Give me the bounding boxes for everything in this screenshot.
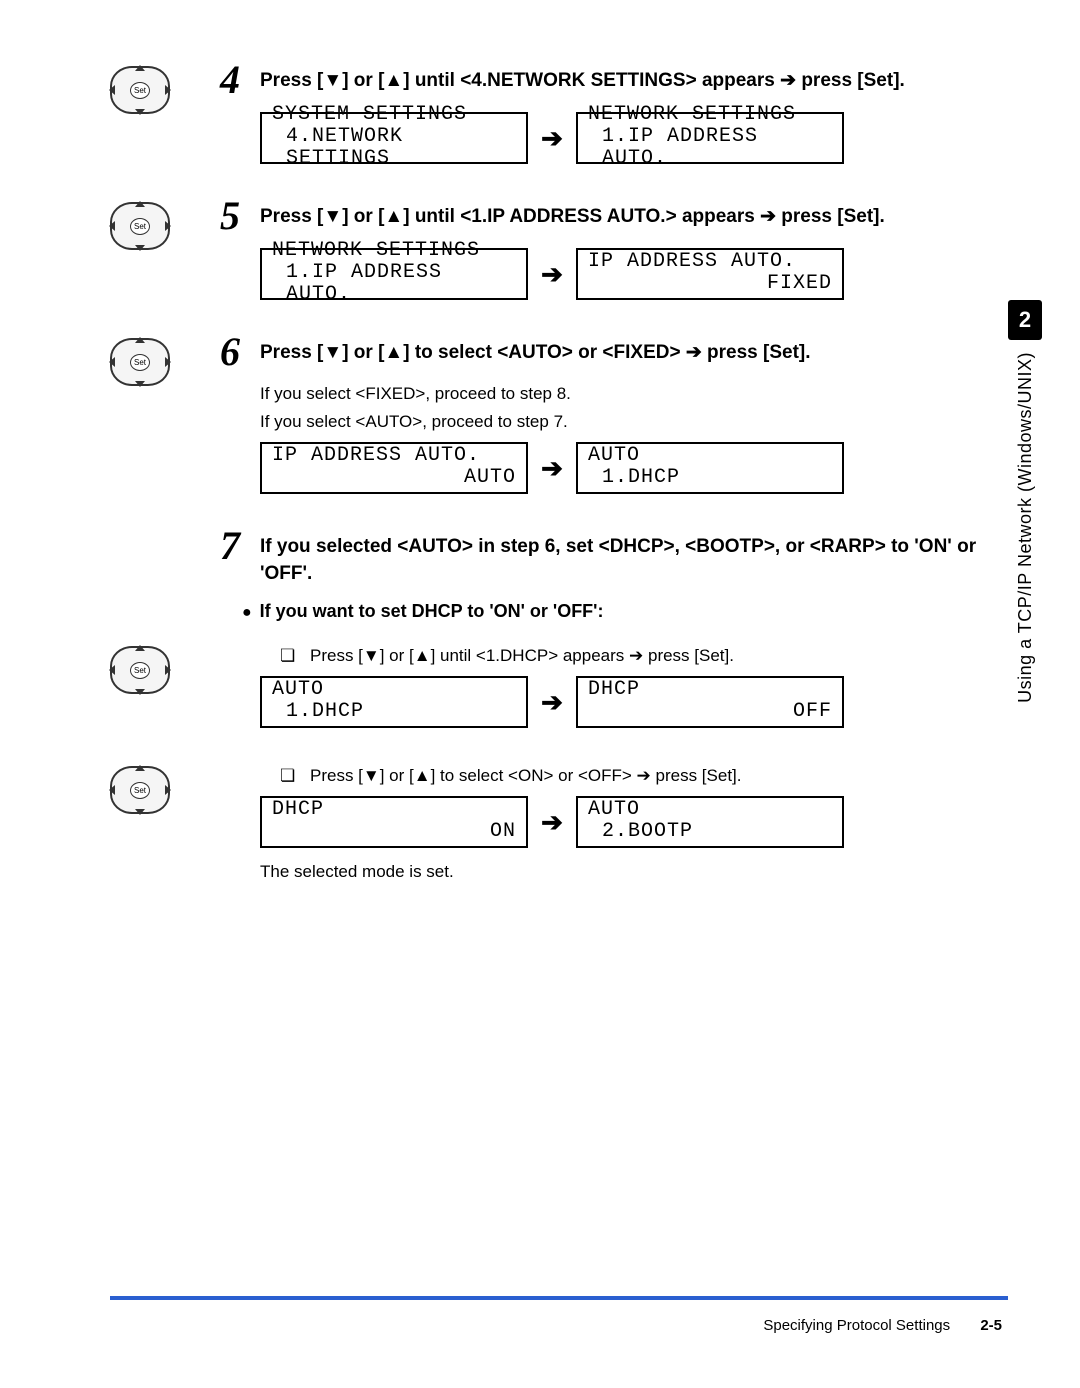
lcd-display: DHCP ON (260, 796, 528, 848)
right-arrow-icon (686, 342, 702, 363)
dpad-icon: Set (110, 338, 170, 386)
lcd-display: SYSTEM SETTINGS 4.NETWORK SETTINGS (260, 112, 528, 164)
up-arrow-icon (414, 766, 431, 785)
right-arrow-icon (780, 70, 796, 91)
step-7-bullet: If you want to set DHCP to 'ON' or 'OFF'… (242, 601, 980, 622)
right-arrow-icon (629, 646, 643, 665)
lcd-display: DHCP OFF (576, 676, 844, 728)
up-arrow-icon (384, 206, 403, 227)
footer-divider (110, 1296, 1008, 1300)
step-number-5: 5 (220, 196, 248, 236)
right-arrow-icon (637, 766, 651, 785)
step-6-text: Press [] or [] to select <AUTO> or <FIXE… (260, 332, 811, 367)
down-arrow-icon (323, 206, 342, 227)
set-button-icon: Set (130, 354, 150, 371)
up-arrow-icon (384, 70, 403, 91)
step-6-note-1: If you select <FIXED>, proceed to step 8… (260, 384, 980, 404)
step-7-sub-1: Press [] or [] until <1.DHCP> appears pr… (280, 646, 980, 666)
right-arrow-icon (540, 453, 564, 484)
set-button-icon: Set (130, 782, 150, 799)
up-arrow-icon (384, 342, 403, 363)
set-button-icon: Set (130, 218, 150, 235)
step-7-sub-2: Press [] or [] to select <ON> or <OFF> p… (280, 766, 980, 786)
step-5-text: Press [] or [] until <1.IP ADDRESS AUTO.… (260, 196, 885, 231)
set-button-icon: Set (130, 662, 150, 679)
step-number-6: 6 (220, 332, 248, 372)
lcd-display: IP ADDRESS AUTO. AUTO (260, 442, 528, 494)
dpad-icon: Set (110, 66, 170, 114)
down-arrow-icon (323, 342, 342, 363)
right-arrow-icon (540, 807, 564, 838)
lcd-display: NETWORK SETTINGS 1.IP ADDRESS AUTO. (260, 248, 528, 300)
dpad-icon: Set (110, 202, 170, 250)
footer-section: Specifying Protocol Settings (763, 1317, 950, 1334)
chapter-tab: 2 Using a TCP/IP Network (Windows/UNIX) (1008, 300, 1042, 703)
chapter-title: Using a TCP/IP Network (Windows/UNIX) (1015, 352, 1036, 703)
lcd-display: AUTO 1.DHCP (576, 442, 844, 494)
step-number-7: 7 (220, 526, 248, 566)
lcd-display: IP ADDRESS AUTO. FIXED (576, 248, 844, 300)
footer: Specifying Protocol Settings 2-5 (763, 1317, 1002, 1334)
right-arrow-icon (540, 123, 564, 154)
lcd-display: AUTO 1.DHCP (260, 676, 528, 728)
lcd-display: NETWORK SETTINGS 1.IP ADDRESS AUTO. (576, 112, 844, 164)
chapter-number: 2 (1008, 300, 1042, 340)
down-arrow-icon (323, 70, 342, 91)
down-arrow-icon (363, 766, 380, 785)
step-7-text: If you selected <AUTO> in step 6, set <D… (260, 526, 980, 587)
dpad-icon: Set (110, 766, 170, 814)
step-number-4: 4 (220, 60, 248, 100)
step-4-text: Press [] or [] until <4.NETWORK SETTINGS… (260, 60, 905, 95)
dpad-icon: Set (110, 646, 170, 694)
right-arrow-icon (540, 687, 564, 718)
down-arrow-icon (363, 646, 380, 665)
up-arrow-icon (414, 646, 431, 665)
right-arrow-icon (760, 206, 776, 227)
step-7-result: The selected mode is set. (260, 862, 980, 882)
right-arrow-icon (540, 259, 564, 290)
set-button-icon: Set (130, 82, 150, 99)
lcd-display: AUTO 2.BOOTP (576, 796, 844, 848)
step-6-note-2: If you select <AUTO>, proceed to step 7. (260, 412, 980, 432)
page-number: 2-5 (980, 1317, 1002, 1334)
